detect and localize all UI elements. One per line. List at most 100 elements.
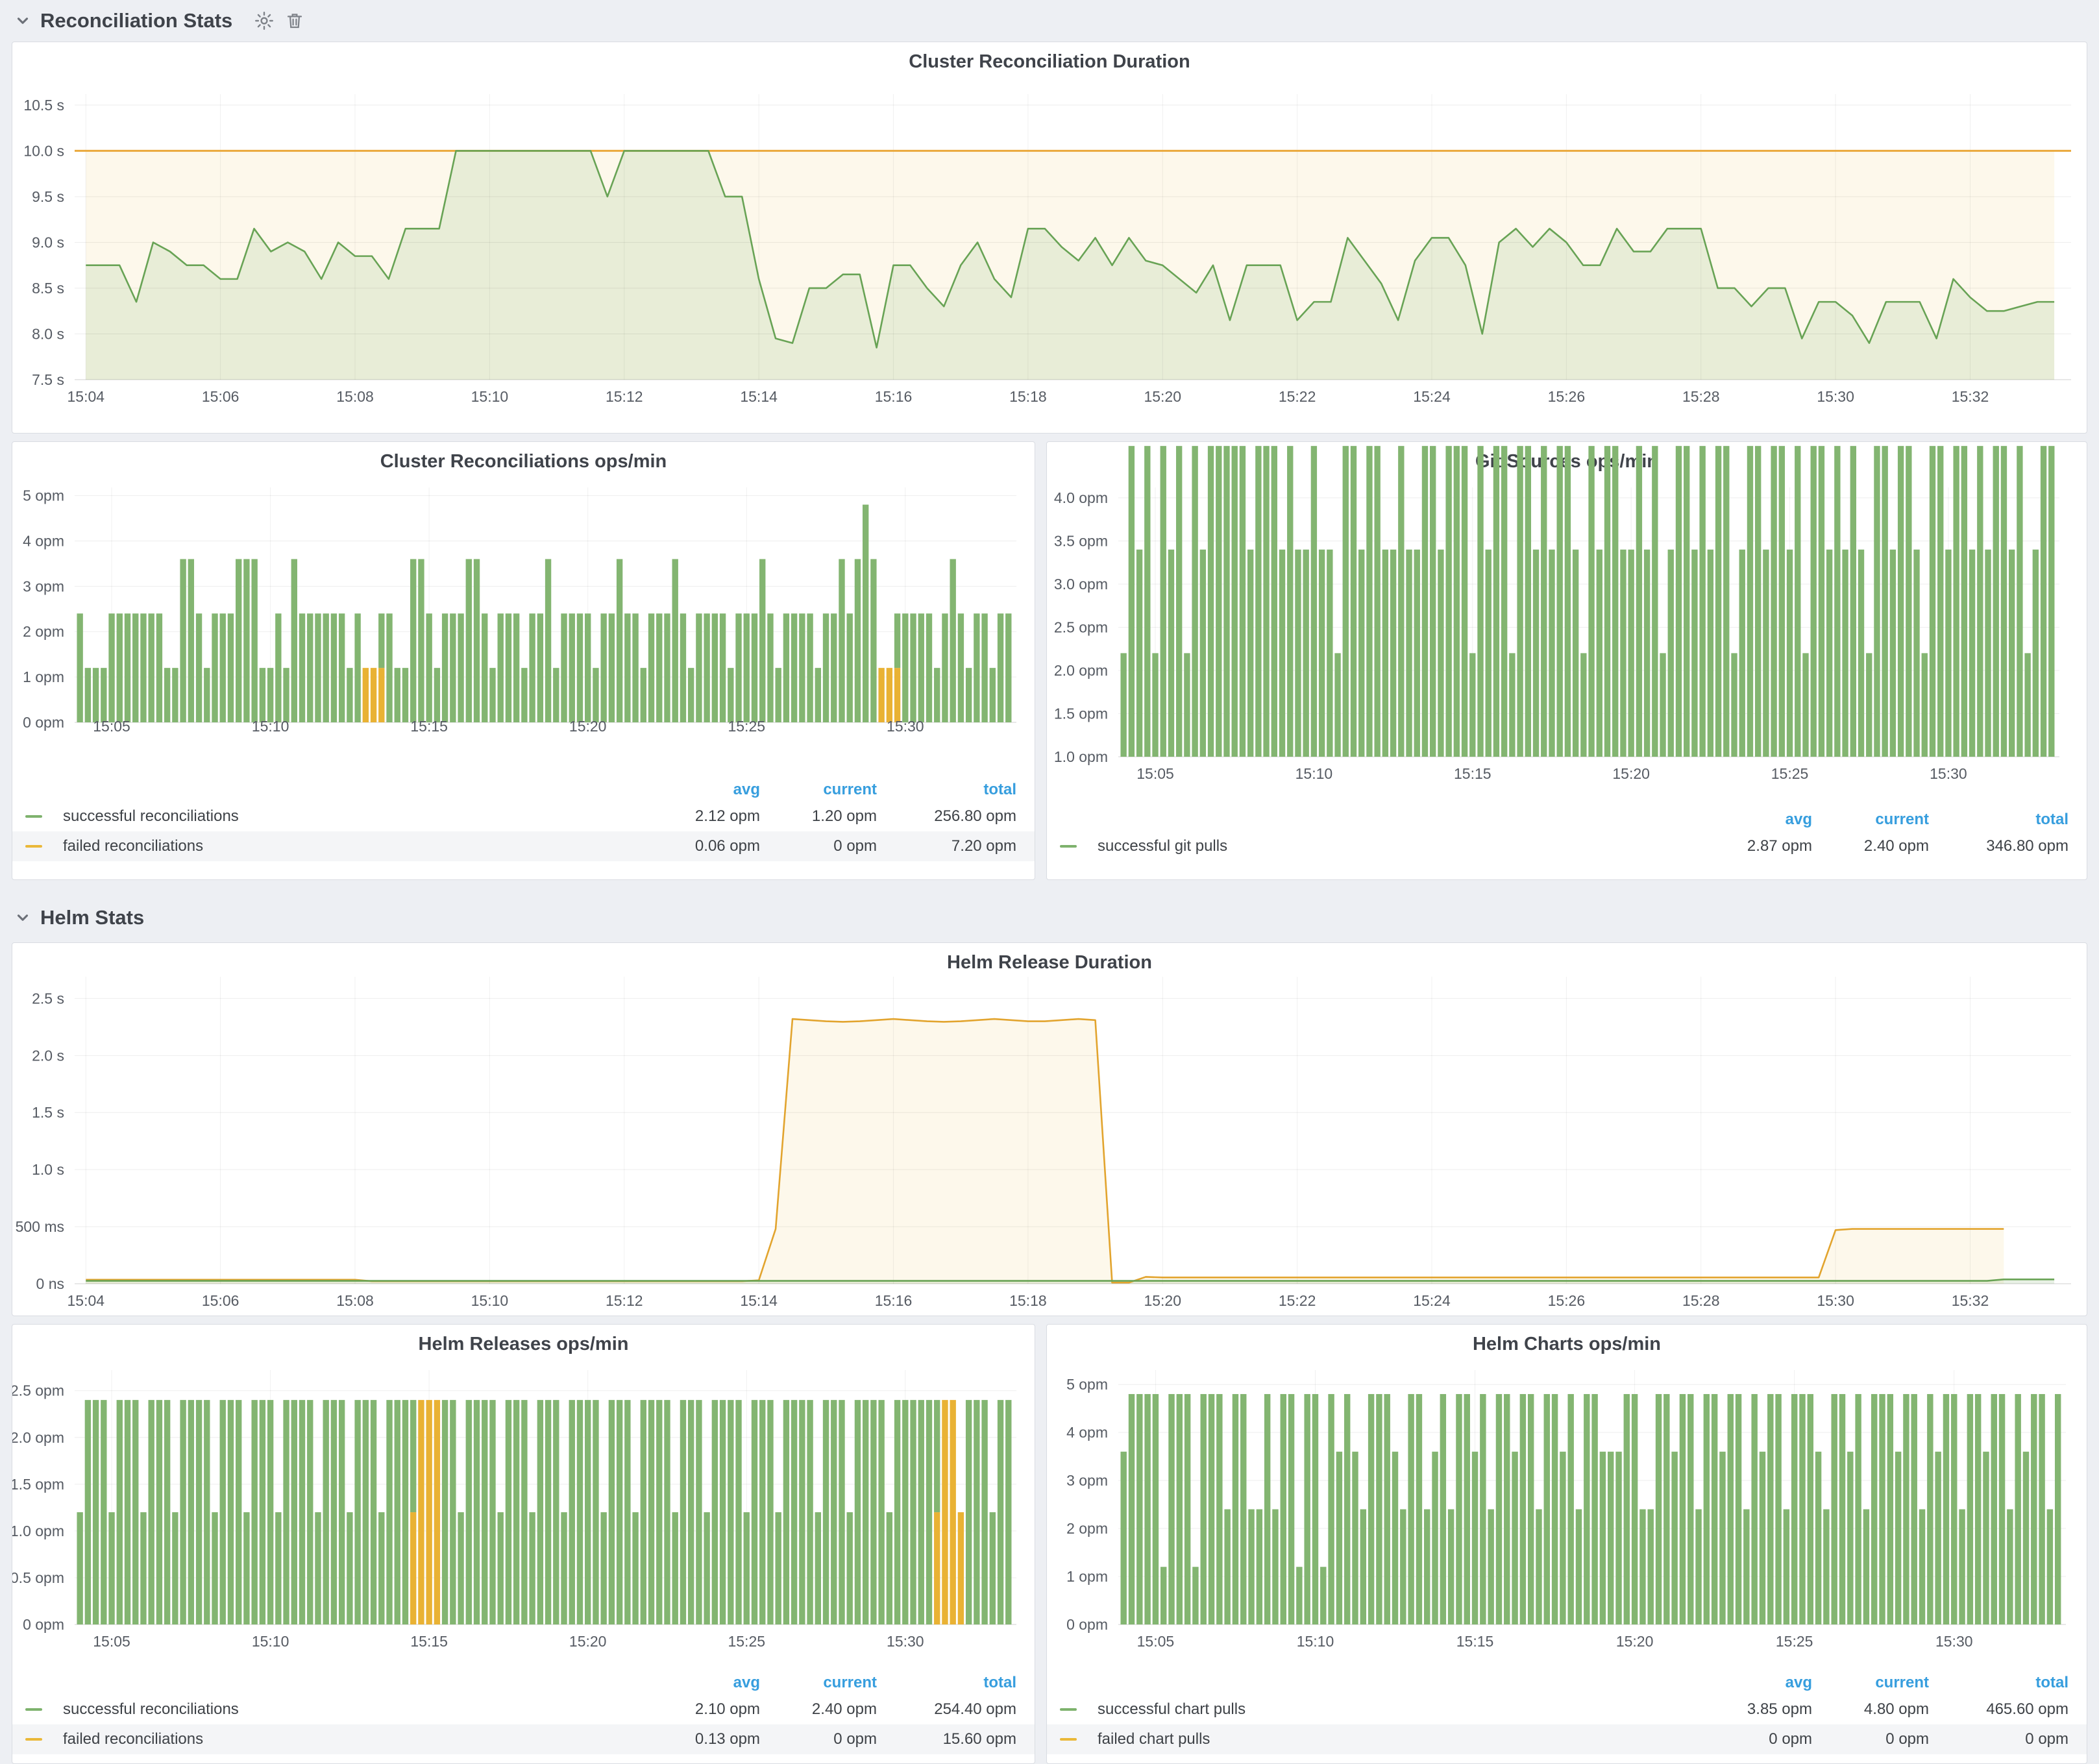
x-axis-tick-label: 15:24 — [1413, 1292, 1451, 1309]
y-axis-tick-label: 1.5 opm — [12, 1476, 64, 1493]
y-axis-tick-label: 2 opm — [23, 623, 64, 640]
x-axis-tick-label: 15:15 — [410, 1633, 448, 1650]
x-axis-tick-label: 15:25 — [728, 1633, 765, 1650]
chevron-down-icon[interactable] — [14, 909, 31, 926]
legend-header-current[interactable]: current — [1812, 811, 1929, 829]
x-axis-tick-label: 15:12 — [606, 388, 643, 405]
series-current: 1.20 opm — [760, 807, 877, 826]
y-axis-tick-label: 2.5 opm — [12, 1382, 64, 1399]
x-axis-tick-label: 15:30 — [1935, 1633, 1973, 1650]
x-axis-tick-label: 15:05 — [93, 718, 130, 735]
x-axis-tick-label: 15:05 — [93, 1633, 130, 1650]
series-avg: 2.87 opm — [1695, 837, 1812, 855]
x-axis-tick-label: 15:10 — [252, 1633, 289, 1650]
series-label[interactable]: successful chart pulls — [1098, 1700, 1695, 1719]
series-label[interactable]: failed reconciliations — [63, 837, 643, 855]
y-axis-tick-label: 8.0 s — [32, 325, 64, 342]
y-axis-tick-label: 2.5 s — [32, 990, 64, 1007]
legend-header-total[interactable]: total — [1929, 811, 2068, 829]
legend-header-total[interactable]: total — [1929, 1674, 2068, 1692]
x-axis-tick-label: 15:16 — [875, 1292, 913, 1309]
y-axis-tick-label: 1.5 opm — [1054, 705, 1108, 722]
legend-row: failed reconciliations0.06 opm0 opm7.20 … — [12, 831, 1035, 861]
legend-header-avg[interactable]: avg — [1695, 1674, 1812, 1692]
panel-cluster-reconciliations-opm: Cluster Reconciliations ops/min 5 opm4 o… — [12, 441, 1035, 880]
x-axis-tick-label: 15:26 — [1548, 1292, 1586, 1309]
x-axis-tick-label: 15:20 — [569, 1633, 607, 1650]
x-axis-tick-label: 15:10 — [471, 1292, 509, 1309]
x-axis-tick-label: 15:25 — [728, 718, 765, 735]
legend-header-avg[interactable]: avg — [1695, 811, 1812, 829]
section-title[interactable]: Helm Stats — [40, 906, 144, 929]
x-axis-tick-label: 15:20 — [1144, 1292, 1181, 1309]
x-axis-tick-label: 15:04 — [67, 388, 104, 405]
series-avg: 2.12 opm — [643, 807, 760, 826]
y-axis-tick-label: 5 opm — [1066, 1376, 1108, 1393]
legend-header-current[interactable]: current — [760, 1674, 877, 1692]
y-axis-tick-label: 1.0 opm — [12, 1523, 64, 1539]
y-axis-tick-label: 1.5 s — [32, 1104, 64, 1121]
x-axis-tick-label: 15:15 — [1456, 1633, 1494, 1650]
legend-git-sources: avgcurrenttotal successful git pulls2.87 … — [1047, 808, 2087, 861]
x-axis-tick-label: 15:14 — [740, 388, 778, 405]
y-axis-tick-label: 4 opm — [1066, 1424, 1108, 1441]
series-current: 0 opm — [760, 1730, 877, 1748]
legend-header-avg[interactable]: avg — [643, 1674, 760, 1692]
helm-charts-opm-chart[interactable]: 5 opm4 opm3 opm2 opm1 opm0 opm15:0515:10… — [1047, 1325, 2087, 1671]
panel-git-sources-opm: Git Sources ops/min 4.0 opm3.5 opm3.0 op… — [1046, 441, 2087, 880]
x-axis-tick-label: 15:22 — [1279, 388, 1316, 405]
legend-header-current[interactable]: current — [1812, 1674, 1929, 1692]
panel-helm-releases-opm: Helm Releases ops/min 2.5 opm2.0 opm1.5 … — [12, 1324, 1035, 1764]
y-axis-tick-label: 500 ms — [16, 1218, 64, 1235]
section-title[interactable]: Reconciliation Stats — [40, 9, 232, 32]
x-axis-tick-label: 15:20 — [569, 718, 607, 735]
y-axis-tick-label: 4 opm — [23, 532, 64, 549]
y-axis-tick-label: 2.0 opm — [1054, 662, 1108, 679]
series-label[interactable]: successful reconciliations — [63, 1700, 643, 1719]
series-current: 2.40 opm — [1812, 837, 1929, 855]
series-color-dash — [25, 815, 42, 818]
x-axis-tick-label: 15:10 — [1297, 1633, 1334, 1650]
x-axis-tick-label: 15:30 — [887, 1633, 924, 1650]
x-axis-tick-label: 15:06 — [202, 388, 239, 405]
x-axis-tick-label: 15:20 — [1612, 765, 1650, 782]
legend-row: successful reconciliations2.12 opm1.20 o… — [12, 802, 1035, 831]
x-axis-tick-label: 15:24 — [1413, 388, 1451, 405]
legend-row: successful chart pulls3.85 opm4.80 opm46… — [1047, 1695, 2087, 1724]
cluster-reconciliation-duration-chart[interactable]: 10.5 s10.0 s9.5 s9.0 s8.5 s8.0 s7.5 s15:… — [12, 42, 2087, 433]
helm-release-duration-chart[interactable]: 2.5 s2.0 s1.5 s1.0 s500 ms0 ns15:0415:06… — [12, 943, 2087, 1316]
git-sources-opm-chart[interactable]: 4.0 opm3.5 opm3.0 opm2.5 opm2.0 opm1.5 o… — [1047, 442, 2087, 809]
x-axis-tick-label: 15:18 — [1009, 1292, 1047, 1309]
series-color-dash — [25, 845, 42, 848]
series-total: 465.60 opm — [1929, 1700, 2068, 1719]
x-axis-tick-label: 15:04 — [67, 1292, 104, 1309]
series-label[interactable]: failed reconciliations — [63, 1730, 643, 1748]
series-total: 0 opm — [1929, 1730, 2068, 1748]
series-avg: 0.06 opm — [643, 837, 760, 855]
trash-icon[interactable] — [284, 10, 305, 31]
chevron-down-icon[interactable] — [14, 12, 31, 29]
legend-row: successful reconciliations2.10 opm2.40 o… — [12, 1695, 1035, 1724]
y-axis-tick-label: 9.0 s — [32, 234, 64, 251]
panel-helm-charts-opm: Helm Charts ops/min 5 opm4 opm3 opm2 opm… — [1046, 1324, 2087, 1764]
cluster-reconciliations-opm-chart[interactable]: 5 opm4 opm3 opm2 opm1 opm0 opm15:0515:10… — [12, 442, 1035, 779]
legend-header-current[interactable]: current — [760, 781, 877, 799]
x-axis-tick-label: 15:10 — [252, 718, 289, 735]
x-axis-tick-label: 15:30 — [887, 718, 924, 735]
series-label[interactable]: successful git pulls — [1098, 837, 1695, 855]
legend-header-total[interactable]: total — [877, 781, 1016, 799]
legend-header-total[interactable]: total — [877, 1674, 1016, 1692]
series-color-dash — [1060, 1708, 1077, 1711]
series-current: 0 opm — [1812, 1730, 1929, 1748]
series-label[interactable]: successful reconciliations — [63, 807, 643, 826]
section-header-reconciliation-stats[interactable]: Reconciliation Stats — [14, 5, 305, 36]
legend-header-avg[interactable]: avg — [643, 781, 760, 799]
helm-releases-opm-chart[interactable]: 2.5 opm2.0 opm1.5 opm1.0 opm0.5 opm0 opm… — [12, 1325, 1035, 1671]
section-header-helm-stats[interactable]: Helm Stats — [14, 902, 156, 933]
series-current: 0 opm — [760, 837, 877, 855]
series-label[interactable]: failed chart pulls — [1098, 1730, 1695, 1748]
x-axis-tick-label: 15:25 — [1771, 765, 1809, 782]
y-axis-tick-label: 0 opm — [23, 1616, 64, 1633]
gear-icon[interactable] — [253, 10, 275, 32]
x-axis-tick-label: 15:28 — [1682, 1292, 1720, 1309]
